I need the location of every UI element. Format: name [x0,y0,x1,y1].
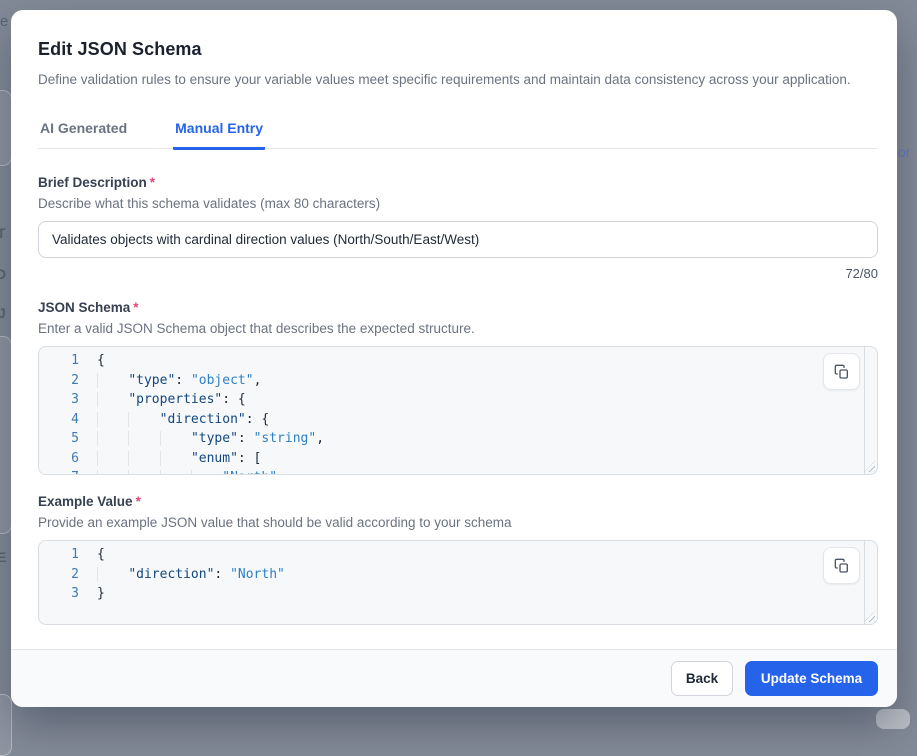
page: { "backdrop": { "edge_texts": { "e": "e"… [0,0,917,721]
background-text-fragment: e [0,13,8,30]
tab-bar: AI Generated Manual Entry [38,120,878,149]
tab-manual-entry[interactable]: Manual Entry [173,120,265,150]
code-content: { "direction": "North"} [79,541,285,624]
json-schema-label: JSON Schema* [38,300,139,315]
edit-json-schema-dialog: Edit JSON Schema Define validation rules… [11,10,897,707]
background-text-fragment: E [0,549,6,565]
background-panel-edge [0,694,12,756]
required-asterisk: * [136,494,141,509]
brief-description-label: Brief Description* [38,175,155,190]
back-button[interactable]: Back [671,661,733,696]
example-value-label: Example Value* [38,494,141,509]
tab-ai-generated[interactable]: AI Generated [38,120,129,150]
json-schema-code-editor[interactable]: 1234567 { "type": "object", "properties"… [38,346,878,475]
copy-button[interactable] [823,353,860,390]
dialog-title: Edit JSON Schema [38,39,202,60]
background-link-fragment: or [898,144,910,160]
example-value-helper: Provide an example JSON value that shoul… [38,515,512,530]
resize-handle[interactable] [864,611,875,622]
background-text-fragment: D [0,266,6,282]
resize-handle[interactable] [864,461,875,472]
brief-description-input[interactable] [38,221,878,258]
required-asterisk: * [150,175,155,190]
copy-button[interactable] [823,547,860,584]
brief-description-label-text: Brief Description [38,175,147,190]
background-text-fragment: J [0,305,6,321]
background-text-fragment: T [0,225,6,241]
background-panel-edge [876,709,910,729]
copy-icon [834,558,850,574]
dialog-subtitle: Define validation rules to ensure your v… [38,72,868,87]
example-value-code-editor[interactable]: 123 { "direction": "North"} [38,540,878,625]
dialog-footer: Back Update Schema [11,649,897,707]
line-numbers-gutter: 123 [39,541,79,624]
example-value-label-text: Example Value [38,494,133,509]
update-schema-button[interactable]: Update Schema [745,661,878,696]
copy-icon [834,364,850,380]
json-schema-helper: Enter a valid JSON Schema object that de… [38,321,475,336]
json-schema-label-text: JSON Schema [38,300,130,315]
brief-description-helper: Describe what this schema validates (max… [38,196,380,211]
code-content: { "type": "object", "properties": { "dir… [79,347,324,474]
required-asterisk: * [133,300,138,315]
line-numbers-gutter: 1234567 [39,347,79,474]
character-counter: 72/80 [38,266,878,281]
